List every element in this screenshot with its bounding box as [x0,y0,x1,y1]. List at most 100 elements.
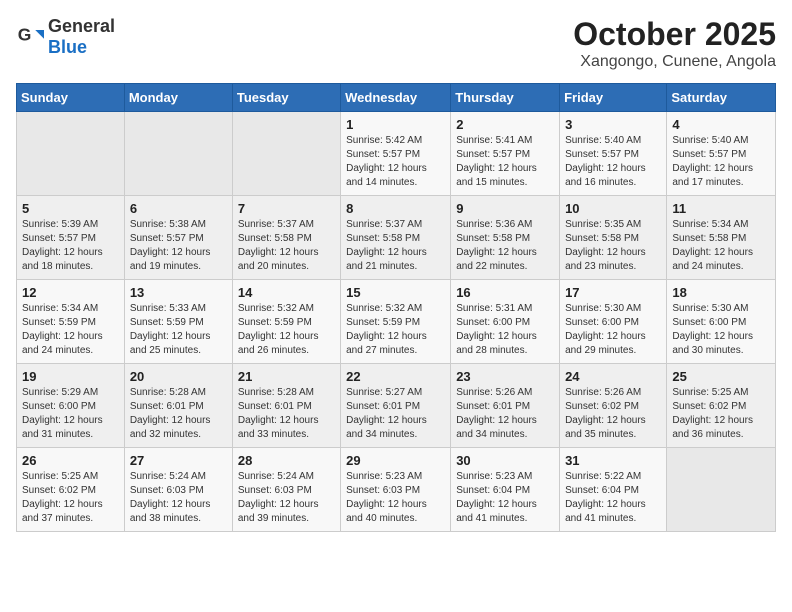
calendar-cell: 25 Sunrise: 5:25 AM Sunset: 6:02 PM Dayli… [667,364,776,448]
calendar-cell: 20 Sunrise: 5:28 AM Sunset: 6:01 PM Dayli… [124,364,232,448]
day-number: 12 [22,285,119,300]
day-number: 18 [672,285,770,300]
calendar-cell: 26 Sunrise: 5:25 AM Sunset: 6:02 PM Dayli… [17,448,125,532]
weekday-header-monday: Monday [124,84,232,112]
day-number: 20 [130,369,227,384]
location-title: Xangongo, Cunene, Angola [573,53,776,71]
day-number: 11 [672,201,770,216]
weekday-header-sunday: Sunday [17,84,125,112]
day-number: 29 [346,453,445,468]
day-number: 24 [565,369,661,384]
calendar: SundayMondayTuesdayWednesdayThursdayFrid… [16,83,776,532]
day-number: 27 [130,453,227,468]
day-info: Sunrise: 5:24 AM Sunset: 6:03 PM Dayligh… [130,470,227,526]
day-number: 26 [22,453,119,468]
weekday-header-saturday: Saturday [667,84,776,112]
calendar-cell: 7 Sunrise: 5:37 AM Sunset: 5:58 PM Daylig… [232,196,340,280]
day-info: Sunrise: 5:34 AM Sunset: 5:58 PM Dayligh… [672,218,770,274]
logo: G General Blue [16,16,115,58]
weekday-header-tuesday: Tuesday [232,84,340,112]
day-info: Sunrise: 5:42 AM Sunset: 5:57 PM Dayligh… [346,134,445,190]
day-info: Sunrise: 5:34 AM Sunset: 5:59 PM Dayligh… [22,302,119,358]
day-info: Sunrise: 5:26 AM Sunset: 6:02 PM Dayligh… [565,386,661,442]
day-info: Sunrise: 5:25 AM Sunset: 6:02 PM Dayligh… [22,470,119,526]
title-block: October 2025 Xangongo, Cunene, Angola [573,16,776,71]
logo-blue: Blue [48,37,87,57]
day-number: 2 [456,117,554,132]
calendar-cell: 9Sunrise: 5:36 AM Sunset: 5:58 PM Daylig… [451,196,560,280]
calendar-cell [667,448,776,532]
calendar-week-row: 12 Sunrise: 5:34 AM Sunset: 5:59 PM Dayli… [17,280,776,364]
calendar-cell: 12 Sunrise: 5:34 AM Sunset: 5:59 PM Dayli… [17,280,125,364]
calendar-cell: 15Sunrise: 5:32 AM Sunset: 5:59 PM Dayli… [341,280,451,364]
page-header: G General Blue October 2025 Xangongo, Cu… [16,16,776,71]
day-number: 1 [346,117,445,132]
calendar-week-row: 19 Sunrise: 5:29 AM Sunset: 6:00 PM Dayli… [17,364,776,448]
calendar-cell: 6Sunrise: 5:38 AM Sunset: 5:57 PM Daylig… [124,196,232,280]
calendar-cell [232,112,340,196]
calendar-cell: 3 Sunrise: 5:40 AM Sunset: 5:57 PM Daylig… [560,112,667,196]
logo-general: General [48,16,115,36]
day-number: 13 [130,285,227,300]
day-number: 8 [346,201,445,216]
calendar-cell: 8 Sunrise: 5:37 AM Sunset: 5:58 PM Daylig… [341,196,451,280]
calendar-cell: 21 Sunrise: 5:28 AM Sunset: 6:01 PM Dayli… [232,364,340,448]
day-info: Sunrise: 5:28 AM Sunset: 6:01 PM Dayligh… [238,386,335,442]
day-number: 25 [672,369,770,384]
day-number: 23 [456,369,554,384]
day-info: Sunrise: 5:30 AM Sunset: 6:00 PM Dayligh… [672,302,770,358]
day-info: Sunrise: 5:26 AM Sunset: 6:01 PM Dayligh… [456,386,554,442]
day-info: Sunrise: 5:36 AM Sunset: 5:58 PM Dayligh… [456,218,554,274]
svg-text:G: G [18,25,32,45]
month-title: October 2025 [573,16,776,53]
day-info: Sunrise: 5:33 AM Sunset: 5:59 PM Dayligh… [130,302,227,358]
day-info: Sunrise: 5:24 AM Sunset: 6:03 PM Dayligh… [238,470,335,526]
day-info: Sunrise: 5:31 AM Sunset: 6:00 PM Dayligh… [456,302,554,358]
day-info: Sunrise: 5:35 AM Sunset: 5:58 PM Dayligh… [565,218,661,274]
weekday-header-friday: Friday [560,84,667,112]
calendar-cell: 31Sunrise: 5:22 AM Sunset: 6:04 PM Dayli… [560,448,667,532]
day-info: Sunrise: 5:23 AM Sunset: 6:04 PM Dayligh… [456,470,554,526]
calendar-cell: 14Sunrise: 5:32 AM Sunset: 5:59 PM Dayli… [232,280,340,364]
calendar-cell: 17Sunrise: 5:30 AM Sunset: 6:00 PM Dayli… [560,280,667,364]
calendar-cell: 4Sunrise: 5:40 AM Sunset: 5:57 PM Daylig… [667,112,776,196]
calendar-cell: 16 Sunrise: 5:31 AM Sunset: 6:00 PM Dayli… [451,280,560,364]
calendar-cell: 27 Sunrise: 5:24 AM Sunset: 6:03 PM Dayli… [124,448,232,532]
calendar-cell: 24 Sunrise: 5:26 AM Sunset: 6:02 PM Dayli… [560,364,667,448]
weekday-header-thursday: Thursday [451,84,560,112]
weekday-header-wednesday: Wednesday [341,84,451,112]
calendar-cell: 11 Sunrise: 5:34 AM Sunset: 5:58 PM Dayli… [667,196,776,280]
day-number: 3 [565,117,661,132]
calendar-cell: 23 Sunrise: 5:26 AM Sunset: 6:01 PM Dayli… [451,364,560,448]
day-number: 21 [238,369,335,384]
day-info: Sunrise: 5:29 AM Sunset: 6:00 PM Dayligh… [22,386,119,442]
day-info: Sunrise: 5:40 AM Sunset: 5:57 PM Dayligh… [565,134,661,190]
calendar-cell: 5 Sunrise: 5:39 AM Sunset: 5:57 PM Daylig… [17,196,125,280]
calendar-week-row: 5 Sunrise: 5:39 AM Sunset: 5:57 PM Daylig… [17,196,776,280]
day-number: 16 [456,285,554,300]
day-info: Sunrise: 5:39 AM Sunset: 5:57 PM Dayligh… [22,218,119,274]
day-number: 10 [565,201,661,216]
calendar-week-row: 26 Sunrise: 5:25 AM Sunset: 6:02 PM Dayli… [17,448,776,532]
day-number: 7 [238,201,335,216]
day-number: 19 [22,369,119,384]
calendar-cell: 10 Sunrise: 5:35 AM Sunset: 5:58 PM Dayli… [560,196,667,280]
calendar-cell [124,112,232,196]
day-info: Sunrise: 5:28 AM Sunset: 6:01 PM Dayligh… [130,386,227,442]
calendar-cell: 1 Sunrise: 5:42 AM Sunset: 5:57 PM Daylig… [341,112,451,196]
day-info: Sunrise: 5:37 AM Sunset: 5:58 PM Dayligh… [238,218,335,274]
day-number: 22 [346,369,445,384]
day-info: Sunrise: 5:37 AM Sunset: 5:58 PM Dayligh… [346,218,445,274]
day-info: Sunrise: 5:38 AM Sunset: 5:57 PM Dayligh… [130,218,227,274]
day-info: Sunrise: 5:25 AM Sunset: 6:02 PM Dayligh… [672,386,770,442]
day-number: 14 [238,285,335,300]
logo-icon: G [16,23,44,51]
day-number: 4 [672,117,770,132]
weekday-header-row: SundayMondayTuesdayWednesdayThursdayFrid… [17,84,776,112]
day-number: 5 [22,201,119,216]
calendar-cell: 29 Sunrise: 5:23 AM Sunset: 6:03 PM Dayli… [341,448,451,532]
day-number: 30 [456,453,554,468]
calendar-cell: 2Sunrise: 5:41 AM Sunset: 5:57 PM Daylig… [451,112,560,196]
day-number: 31 [565,453,661,468]
day-info: Sunrise: 5:23 AM Sunset: 6:03 PM Dayligh… [346,470,445,526]
